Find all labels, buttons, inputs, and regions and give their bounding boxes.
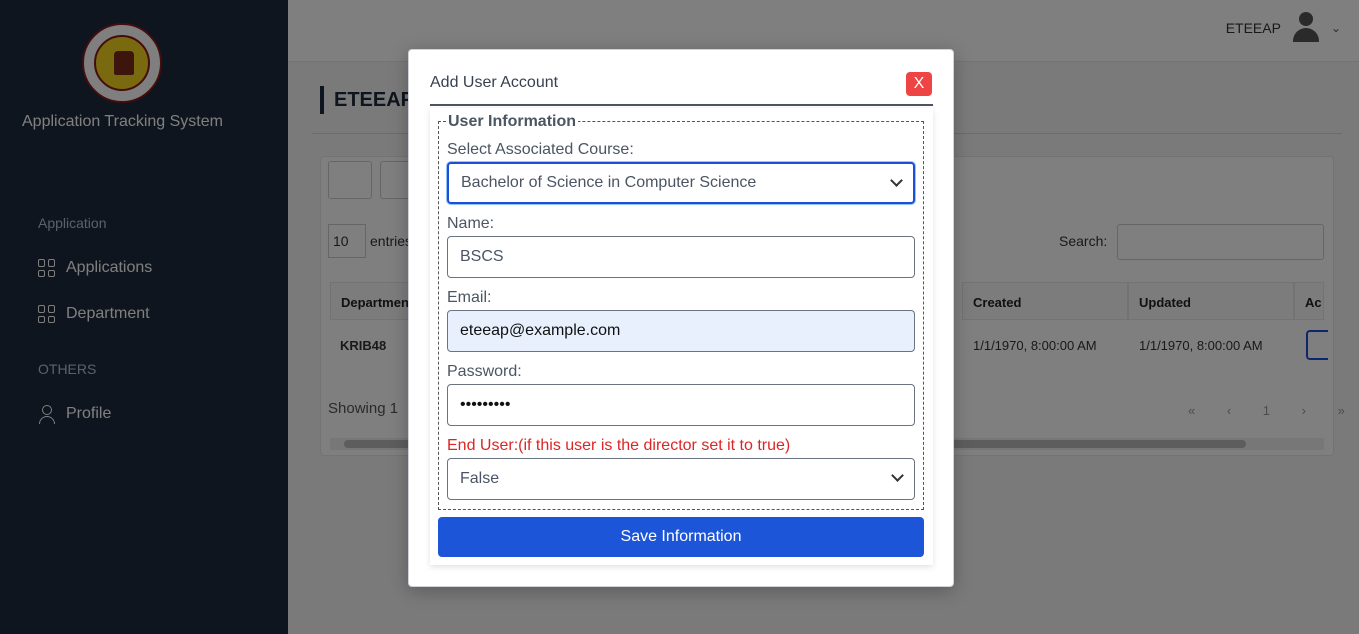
password-field-value: ••••••••• xyxy=(460,396,511,413)
name-label: Name: xyxy=(447,215,495,232)
name-field-value: BSCS xyxy=(460,248,504,265)
name-field[interactable]: BSCS xyxy=(447,236,915,278)
fieldset-legend: User Information xyxy=(446,113,579,131)
password-field[interactable]: ••••••••• xyxy=(447,384,915,426)
password-label: Password: xyxy=(447,363,522,380)
end-user-label: End User:(if this user is the director s… xyxy=(447,437,791,454)
course-label: Select Associated Course: xyxy=(447,141,634,158)
course-select-value: Bachelor of Science in Computer Science xyxy=(461,174,757,191)
close-button[interactable]: X xyxy=(906,72,932,96)
chevron-down-icon xyxy=(891,469,904,482)
email-field[interactable]: eteeap@example.com xyxy=(447,310,915,352)
email-label: Email: xyxy=(447,289,492,306)
add-user-modal: Add User Account X User Information Sele… xyxy=(408,49,954,587)
end-user-select-value: False xyxy=(460,470,500,487)
course-select[interactable]: Bachelor of Science in Computer Science xyxy=(447,162,915,204)
email-field-value: eteeap@example.com xyxy=(460,322,621,339)
chevron-down-icon xyxy=(890,174,903,187)
save-information-button[interactable]: Save Information xyxy=(438,517,924,557)
end-user-select[interactable]: False xyxy=(447,458,915,500)
modal-title: Add User Account xyxy=(430,74,559,91)
